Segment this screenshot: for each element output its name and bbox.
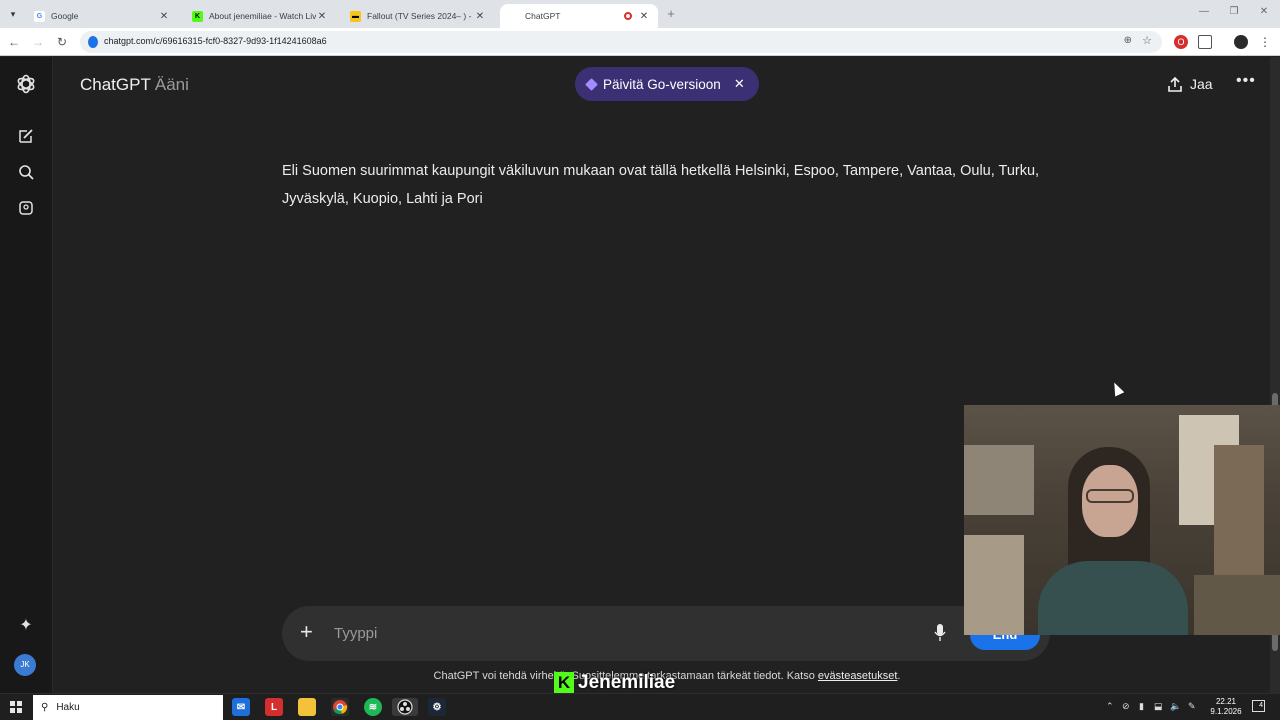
- tab-google[interactable]: G Google ✕: [26, 4, 178, 28]
- mode-label: Ääni: [154, 75, 189, 94]
- webcam-overlay: [964, 405, 1280, 635]
- mail-app-icon[interactable]: ✉: [232, 698, 250, 716]
- microphone-icon[interactable]: [934, 624, 946, 642]
- reload-icon[interactable]: ↻: [54, 34, 70, 50]
- kitchen-counter: [964, 535, 1024, 635]
- kitchen-cabinet: [964, 445, 1034, 515]
- close-tab-icon[interactable]: ✕: [638, 11, 650, 22]
- taskbar-clock[interactable]: 22.21 9.1.2026: [1206, 697, 1246, 717]
- opera-extension-icon[interactable]: O: [1174, 35, 1188, 49]
- tab-kick[interactable]: K About jenemiliae - Watch Live on Kick …: [184, 4, 336, 28]
- spotify-icon[interactable]: ≋: [364, 698, 382, 716]
- floor-rug: [1194, 575, 1280, 635]
- more-options-icon[interactable]: •••: [1236, 72, 1256, 90]
- obs-icon[interactable]: [392, 698, 418, 716]
- tab-label: Fallout (TV Series 2024– ) - IMDb: [367, 11, 474, 21]
- assistant-message: Eli Suomen suurimmat kaupungit väkiluvun…: [282, 163, 1040, 207]
- sidebar: ✦ JK: [0, 57, 53, 693]
- site-info-icon[interactable]: [88, 36, 98, 48]
- search-icon: ⚲: [41, 702, 49, 713]
- zoom-icon[interactable]: ⊕: [1124, 35, 1132, 46]
- file-explorer-icon[interactable]: [298, 698, 316, 716]
- sparkle-icon[interactable]: ✦: [15, 614, 37, 636]
- profile-icon[interactable]: [1234, 35, 1248, 49]
- stream-overlay-logo: K Jenemiliae: [554, 672, 675, 694]
- cookie-settings-link[interactable]: evästeasetukset: [818, 670, 898, 682]
- close-tab-icon[interactable]: ✕: [158, 11, 170, 22]
- imdb-icon: ▬: [350, 10, 361, 22]
- taskbar-search-label: Haku: [56, 702, 80, 713]
- back-icon[interactable]: ←: [6, 34, 22, 50]
- tab-label: About jenemiliae - Watch Live on Kick: [209, 11, 316, 21]
- notification-icon[interactable]: 4: [1252, 700, 1265, 712]
- new-tab-icon[interactable]: +: [663, 6, 679, 22]
- close-icon[interactable]: ✕: [734, 76, 745, 92]
- kick-logo-icon: K: [554, 672, 574, 694]
- message-input[interactable]: [334, 620, 894, 646]
- google-icon: G: [34, 10, 45, 22]
- share-button[interactable]: Jaa: [1168, 76, 1213, 92]
- new-chat-icon[interactable]: [15, 125, 37, 147]
- extensions-icon[interactable]: [1198, 35, 1212, 49]
- browser-toolbar: ← → ↻ chatgpt.com/c/69616315-fcf0-8327-9…: [0, 28, 1280, 56]
- model-selector[interactable]: ChatGPT Ääni: [80, 75, 189, 95]
- hanging-clothes: [1214, 445, 1264, 575]
- tab-label: ChatGPT: [525, 11, 561, 21]
- chatgpt-icon: [508, 10, 519, 22]
- l-app-icon[interactable]: L: [265, 698, 283, 716]
- streamer-name: Jenemiliae: [578, 672, 676, 693]
- kick-icon: K: [192, 10, 203, 22]
- restore-icon[interactable]: ❐: [1224, 6, 1244, 17]
- upgrade-label: Päivitä Go-versioon: [603, 76, 721, 92]
- person-body: [1038, 561, 1188, 635]
- url-text[interactable]: chatgpt.com/c/69616315-fcf0-8327-9d93-1f…: [104, 36, 327, 46]
- minimize-icon[interactable]: —: [1194, 6, 1214, 17]
- diamond-icon: [585, 77, 598, 91]
- library-icon[interactable]: [15, 197, 37, 219]
- volume-icon[interactable]: 🔈: [1170, 701, 1181, 712]
- tray-icon[interactable]: ⊘: [1122, 701, 1130, 712]
- windows-start-icon[interactable]: [10, 701, 22, 713]
- disclaimer-end: .: [897, 670, 901, 682]
- browser-menu-icon[interactable]: ⋮: [1258, 35, 1272, 49]
- tab-search-icon[interactable]: ▾: [6, 7, 20, 21]
- address-bar[interactable]: chatgpt.com/c/69616315-fcf0-8327-9d93-1f…: [80, 31, 1162, 53]
- close-tab-icon[interactable]: ✕: [316, 11, 328, 22]
- mouse-cursor: [1109, 380, 1125, 397]
- chat-header: ChatGPT Ääni Päivitä Go-versioon ✕ Jaa ••…: [54, 57, 1270, 109]
- pen-icon[interactable]: ✎: [1188, 701, 1196, 712]
- steam-icon[interactable]: ⚙: [428, 698, 446, 716]
- add-attachment-icon[interactable]: +: [300, 620, 313, 644]
- chrome-icon[interactable]: [331, 698, 349, 716]
- recording-icon: [624, 12, 632, 20]
- search-icon[interactable]: [15, 161, 37, 183]
- brand-title: ChatGPT: [80, 75, 151, 94]
- upgrade-button[interactable]: Päivitä Go-versioon ✕: [575, 67, 759, 101]
- chatgpt-logo-icon[interactable]: [15, 73, 37, 95]
- microphone-tray-icon[interactable]: ▮: [1139, 701, 1144, 712]
- bookmark-star-icon[interactable]: ☆: [1142, 34, 1152, 47]
- tab-imdb[interactable]: ▬ Fallout (TV Series 2024– ) - IMDb ✕: [342, 4, 494, 28]
- forward-icon[interactable]: →: [30, 34, 46, 50]
- tab-chatgpt[interactable]: ChatGPT ✕: [500, 4, 658, 28]
- tray-overflow-icon[interactable]: ⌃: [1106, 701, 1114, 712]
- tab-label: Google: [51, 11, 79, 21]
- share-icon: [1168, 76, 1182, 92]
- taskbar: ⚲ Haku ✉ L ≋ ⚙ ⌃ ⊘ ▮ ⬓ 🔈 ✎ 22.21 9.1.202…: [0, 693, 1280, 720]
- network-icon[interactable]: ⬓: [1154, 701, 1163, 712]
- clock-date: 9.1.2026: [1210, 707, 1242, 716]
- close-tab-icon[interactable]: ✕: [474, 11, 486, 22]
- composer: + End: [282, 606, 1050, 661]
- share-label: Jaa: [1190, 76, 1213, 92]
- taskbar-search[interactable]: ⚲ Haku: [33, 695, 223, 720]
- clock-time: 22.21: [1215, 697, 1237, 706]
- person-glasses: [1086, 489, 1134, 503]
- browser-tab-strip: ▾ G Google ✕ K About jenemiliae - Watch …: [0, 0, 1280, 28]
- close-window-icon[interactable]: ✕: [1254, 6, 1274, 17]
